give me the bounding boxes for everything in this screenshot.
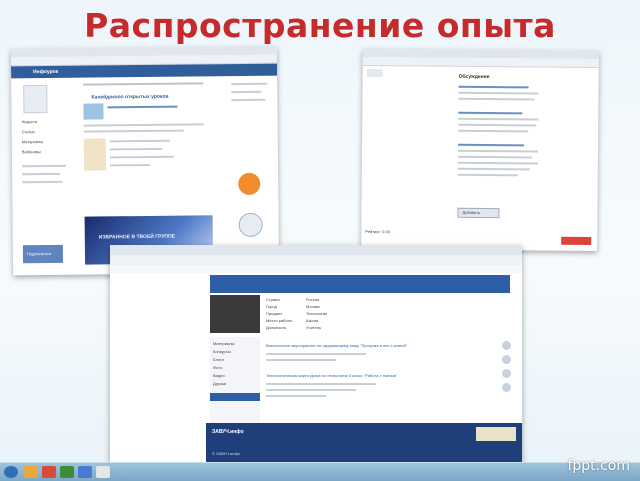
sidebar-item-articles[interactable]: Статьи [22,129,35,134]
post-thumbnail [83,103,104,120]
back-button[interactable] [366,69,383,78]
footer-counters [476,427,516,441]
taskbar-app[interactable] [96,466,110,478]
taskbar-app[interactable] [60,466,74,478]
menu-item[interactable]: Друзья [213,381,226,386]
taskbar-app[interactable] [42,466,56,478]
menu-item[interactable]: Блоги [213,357,224,362]
start-button[interactable] [4,466,18,478]
menu-item[interactable]: Конкурсы [213,349,231,354]
browser-tabs-bar [110,245,522,255]
discussion-header: Обсуждение [458,73,490,81]
menu-highlight[interactable] [210,393,260,401]
footer-note: © ЗАВУЧ.инфо [212,451,240,456]
sidebar-item-webinars[interactable]: Вебинары [22,149,41,154]
share-icons[interactable] [502,341,514,401]
post-title[interactable]: Внеклассное мероприятие по окружающему м… [266,343,407,348]
screenshot-group-page: Инфоурок Новости Статьи Материалы Вебина… [10,46,280,276]
red-action-button[interactable] [561,236,592,245]
right-column [231,82,271,251]
site-header: Инфоурок [11,63,278,79]
calculator-icon [238,172,261,196]
menu-item[interactable]: Видео [213,373,225,378]
profile-info: Страна Россия Город Москва Предмет Технолог… [266,297,328,330]
left-menu: Материалы Конкурсы Блоги Фото Видео Друз… [210,337,260,427]
notebook-icon [238,212,263,238]
site-nav-bar[interactable] [210,275,510,293]
site-logo[interactable]: Инфоурок [33,69,58,75]
menu-item[interactable]: Материалы [213,341,234,346]
taskbar-app[interactable] [24,466,38,478]
group-tabs[interactable] [83,80,204,87]
site-footer: ЗАВУЧ.инфо © ЗАВУЧ.инфо [206,423,522,463]
menu-item[interactable]: Фото [213,365,222,370]
site-topnav[interactable] [110,265,522,273]
screenshot-discussion-page: Обсуждение Добавить Рейтинг: 0.00 [361,48,599,252]
add-comment-button[interactable]: Добавить [457,207,500,219]
sidebar-item-news[interactable]: Новости [22,119,38,124]
browser-address-bar[interactable] [362,56,599,69]
post-image [83,138,107,171]
banner-text: ИЗБРАННОЕ В ТВОЕЙ ГРУППЕ [98,233,175,241]
page-heading[interactable]: Калейдоскоп открытых уроков [91,94,168,101]
screenshot-profile-page: Страна Россия Город Москва Предмет Технолог… [110,245,522,463]
profile-photo [210,295,260,333]
slide-title: Распространение опыта [84,6,556,45]
taskbar [0,462,640,481]
avatar [23,85,48,114]
taskbar-app[interactable] [78,466,92,478]
watermark: fppt.com [567,458,630,474]
subscribe-button[interactable]: Подписаться [22,244,64,264]
rating-footer: Рейтинг: 0.00 [365,229,391,235]
post-title[interactable]: Технологическая карта урока по технологи… [266,373,397,378]
discussion-list [457,82,542,223]
left-sidebar: Новости Статьи Материалы Вебинары [22,119,71,209]
sidebar-item-materials[interactable]: Материалы [22,139,43,144]
footer-logo[interactable]: ЗАВУЧ.инфо [212,429,244,435]
